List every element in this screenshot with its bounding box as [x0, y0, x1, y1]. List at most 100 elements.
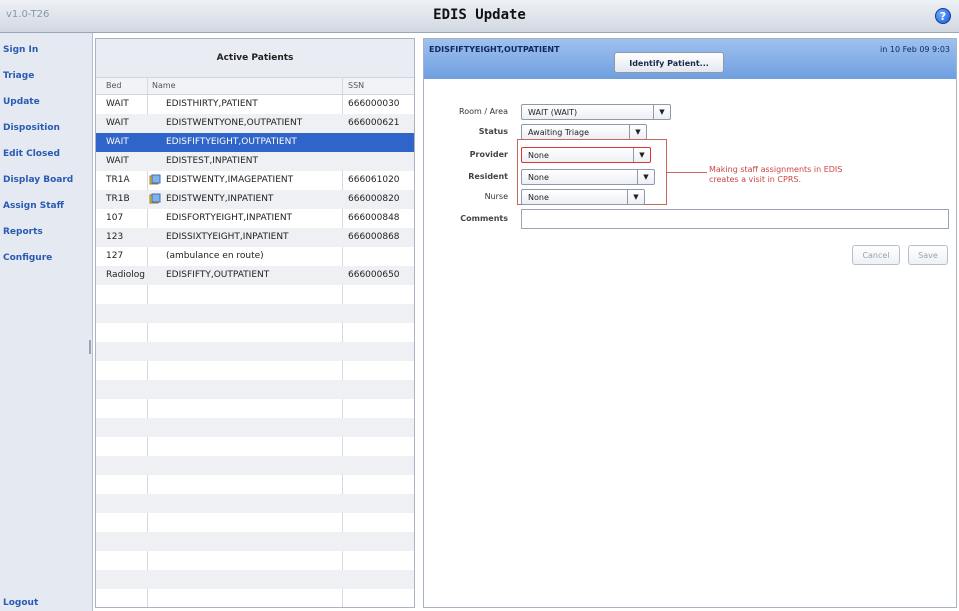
- patient-banner: EDISFIFTYEIGHT,OUTPATIENT in 10 Feb 09 9…: [424, 39, 956, 79]
- chevron-down-icon: ▼: [637, 170, 654, 184]
- ssn-cell: 666000621: [348, 118, 400, 128]
- arrival-date: in 10 Feb 09 9:03: [880, 45, 950, 54]
- image-icon: [149, 193, 161, 204]
- empty-row: [96, 551, 414, 570]
- name-cell: EDISTHIRTY,PATIENT: [166, 99, 258, 109]
- table-row[interactable]: 127 (ambulance en route): [96, 247, 414, 266]
- status-label: Status: [478, 127, 508, 136]
- nav-disposition[interactable]: Disposition: [0, 123, 60, 133]
- table-row-selected[interactable]: WAIT EDISFIFTYEIGHT,OUTPATIENT: [96, 133, 414, 152]
- nav-triage[interactable]: Triage: [0, 71, 34, 81]
- comments-input[interactable]: [521, 209, 949, 229]
- bed-cell: WAIT: [106, 156, 129, 166]
- column-bed[interactable]: Bed: [106, 81, 122, 90]
- window-title: EDIS Update: [433, 7, 526, 23]
- nav-display-board[interactable]: Display Board: [0, 175, 73, 185]
- name-cell: EDISFIFTY,OUTPATIENT: [166, 270, 270, 280]
- empty-row: [96, 513, 414, 532]
- help-icon[interactable]: ?: [935, 8, 951, 24]
- table-row[interactable]: Radiolog EDISFIFTY,OUTPATIENT 666000650: [96, 266, 414, 285]
- ssn-cell: 666061020: [348, 175, 400, 185]
- ssn-cell: 666000650: [348, 270, 400, 280]
- room-area-label: Room / Area: [459, 107, 508, 116]
- nav-reports[interactable]: Reports: [0, 227, 43, 237]
- splitter-handle[interactable]: [89, 340, 91, 354]
- resident-select[interactable]: None ▼: [521, 169, 655, 185]
- provider-value: None: [528, 151, 549, 160]
- annotation-connector: [667, 172, 707, 173]
- table-row[interactable]: TR1A EDISTWENTY,IMAGEPATIENT 666061020: [96, 171, 414, 190]
- resident-value: None: [528, 173, 549, 182]
- name-cell: EDISTEST,INPATIENT: [166, 156, 259, 166]
- provider-label: Provider: [469, 150, 508, 159]
- ssn-cell: 666000030: [348, 99, 400, 109]
- empty-row: [96, 532, 414, 551]
- empty-row: [96, 323, 414, 342]
- chevron-down-icon: ▼: [629, 125, 646, 139]
- image-icon: [149, 174, 161, 185]
- status-value: Awaiting Triage: [528, 128, 589, 137]
- bed-cell: 123: [106, 232, 124, 242]
- nav-sign-in[interactable]: Sign In: [0, 45, 38, 55]
- ssn-cell: 666000848: [348, 213, 400, 223]
- chevron-down-icon: ▼: [653, 105, 670, 119]
- bed-cell: Radiolog: [106, 270, 146, 280]
- chevron-down-icon: ▼: [627, 190, 644, 204]
- annotation-text: Making staff assignments in EDIS creates…: [709, 165, 843, 184]
- name-cell: EDISTWENTYONE,OUTPATIENT: [166, 118, 303, 128]
- bed-cell: WAIT: [106, 118, 129, 128]
- cancel-button[interactable]: Cancel: [852, 245, 900, 265]
- bed-cell: 107: [106, 213, 124, 223]
- empty-row: [96, 285, 414, 304]
- nav-edit-closed[interactable]: Edit Closed: [0, 149, 60, 159]
- empty-row: [96, 456, 414, 475]
- patients-table-header: Bed Name SSN: [96, 77, 414, 95]
- empty-row: [96, 494, 414, 513]
- provider-select[interactable]: None ▼: [521, 147, 651, 163]
- room-area-value: WAIT (WAIT): [528, 108, 578, 117]
- empty-row: [96, 342, 414, 361]
- sidebar: Sign In Triage Update Disposition Edit C…: [0, 33, 93, 611]
- name-cell: EDISFORTYEIGHT,INPATIENT: [166, 213, 293, 223]
- room-area-select[interactable]: WAIT (WAIT) ▼: [521, 104, 671, 120]
- name-cell: (ambulance en route): [166, 251, 264, 261]
- nav-assign-staff[interactable]: Assign Staff: [0, 201, 64, 211]
- name-cell: EDISTWENTY,IMAGEPATIENT: [166, 175, 294, 185]
- bed-cell: TR1A: [106, 175, 130, 185]
- save-button[interactable]: Save: [908, 245, 948, 265]
- patient-name: EDISFIFTYEIGHT,OUTPATIENT: [429, 45, 560, 54]
- name-cell: EDISSIXTYEIGHT,INPATIENT: [166, 232, 289, 242]
- status-select[interactable]: Awaiting Triage ▼: [521, 124, 647, 140]
- bed-cell: WAIT: [106, 137, 129, 147]
- ssn-cell: 666000820: [348, 194, 400, 204]
- bed-cell: TR1B: [106, 194, 130, 204]
- nurse-value: None: [528, 193, 549, 202]
- table-row[interactable]: 107 EDISFORTYEIGHT,INPATIENT 666000848: [96, 209, 414, 228]
- name-cell: EDISTWENTY,INPATIENT: [166, 194, 274, 204]
- empty-row: [96, 475, 414, 494]
- logout-link[interactable]: Logout: [0, 598, 38, 608]
- column-ssn[interactable]: SSN: [348, 81, 364, 90]
- column-name[interactable]: Name: [152, 81, 176, 90]
- table-row[interactable]: WAIT EDISTEST,INPATIENT: [96, 152, 414, 171]
- chevron-down-icon: ▼: [633, 148, 650, 162]
- bed-cell: 127: [106, 251, 124, 261]
- empty-row: [96, 589, 414, 607]
- nurse-label: Nurse: [484, 192, 508, 201]
- table-row[interactable]: WAIT EDISTHIRTY,PATIENT 666000030: [96, 95, 414, 114]
- active-patients-panel: Active Patients Bed Name SSN WAIT EDISTH…: [95, 38, 415, 608]
- patients-table-body: WAIT EDISTHIRTY,PATIENT 666000030 WAIT E…: [96, 95, 414, 607]
- bed-cell: WAIT: [106, 99, 129, 109]
- empty-row: [96, 380, 414, 399]
- title-bar: v1.0-T26 EDIS Update ?: [0, 0, 959, 33]
- resident-label: Resident: [468, 172, 508, 181]
- nav-update[interactable]: Update: [0, 97, 40, 107]
- identify-patient-button[interactable]: Identify Patient...: [614, 52, 724, 73]
- table-row[interactable]: 123 EDISSIXTYEIGHT,INPATIENT 666000868: [96, 228, 414, 247]
- name-cell: EDISFIFTYEIGHT,OUTPATIENT: [166, 137, 297, 147]
- table-row[interactable]: WAIT EDISTWENTYONE,OUTPATIENT 666000621: [96, 114, 414, 133]
- table-row[interactable]: TR1B EDISTWENTY,INPATIENT 666000820: [96, 190, 414, 209]
- nav-configure[interactable]: Configure: [0, 253, 52, 263]
- patient-detail-pane: EDISFIFTYEIGHT,OUTPATIENT in 10 Feb 09 9…: [423, 38, 957, 608]
- nurse-select[interactable]: None ▼: [521, 189, 645, 205]
